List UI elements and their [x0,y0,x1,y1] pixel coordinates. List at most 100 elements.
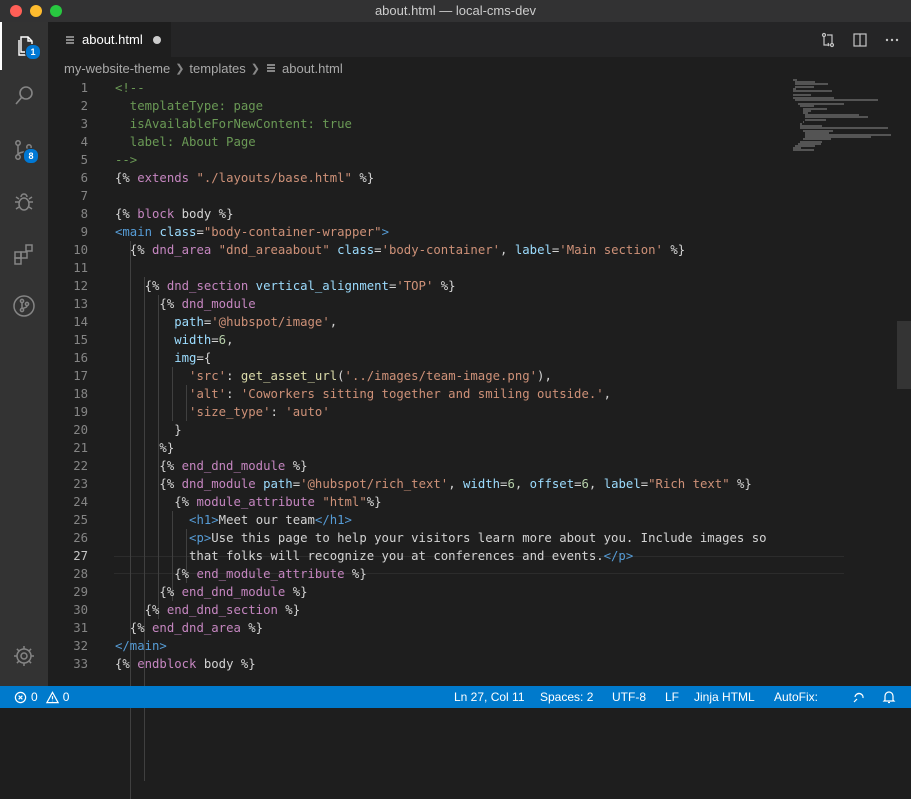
minimap-line [793,149,814,152]
code-line[interactable]: 29 {% end_dnd_module %} [48,583,798,601]
code-line[interactable]: 33 {% endblock body %} [48,655,798,673]
code-text: {% extends "./layouts/base.html" %} [115,171,375,185]
code-line[interactable]: 2 templateType: page [48,97,798,115]
line-number: 1 [80,81,88,95]
code-text: <h1>Meet our team</h1> [189,513,352,527]
manage-button[interactable] [0,632,48,680]
autofix[interactable]: AutoFix: [774,686,818,708]
minimap-line [795,85,815,88]
code-line[interactable]: 25 <h1>Meet our team</h1> [48,511,798,529]
warning-icon [45,690,59,703]
line-number: 30 [73,603,88,617]
code-text: <p>Use this page to help your visitors l… [189,531,767,545]
line-number: 27 [73,549,88,563]
code-line[interactable]: 1 <!-- [48,79,798,97]
line-number: 15 [73,333,88,347]
language-mode[interactable]: Jinja HTML [694,686,755,708]
code-line[interactable]: 24 {% module_attribute "html"%} [48,493,798,511]
source-control-button[interactable]: 8 [0,126,48,174]
git-graph-button[interactable] [0,282,48,330]
git-graph-icon [13,295,35,317]
line-number: 19 [73,405,88,419]
error-count: 0 [31,690,38,704]
code-line[interactable]: 5 --> [48,151,798,169]
code-line[interactable]: 9 <main class="body-container-wrapper"> [48,223,798,241]
code-line[interactable]: 19 'size_type': 'auto' [48,403,798,421]
more-actions-button[interactable] [883,31,901,49]
code-line[interactable]: 16 img={ [48,349,798,367]
code-line[interactable]: 3 isAvailableForNewContent: true [48,115,798,133]
code-text: {% end_dnd_module %} [115,585,308,599]
code-line[interactable]: 13 {% dnd_module [48,295,798,313]
unsaved-dot-icon[interactable] [152,35,161,44]
extensions-button[interactable] [0,230,48,278]
code-line[interactable]: 20 } [48,421,798,439]
scrollbar-thumb[interactable] [897,321,911,389]
code-text: {% end_dnd_section %} [115,603,301,617]
line-number: 16 [73,351,88,365]
tab-about-html[interactable]: about.html [48,22,171,57]
notifications-button[interactable] [882,686,896,708]
code-text: path='@hubspot/image', [174,315,338,329]
minimap-line [793,90,832,92]
code-text: {% block body %} [115,207,234,221]
split-editor-button[interactable] [851,31,869,49]
code-line[interactable]: 4 label: About Page [48,133,798,151]
code-line[interactable]: 17 'src': get_asset_url('../images/team-… [48,367,798,385]
search-button[interactable] [0,72,48,120]
breadcrumb-item[interactable]: my-website-theme [64,61,170,76]
code-line[interactable]: 15 width=6, [48,331,798,349]
minimap[interactable] [793,79,903,159]
editor-tab-bar: about.html [48,22,911,57]
code-line[interactable]: 31 {% end_dnd_area %} [48,619,798,637]
cursor-position[interactable]: Ln 27, Col 11 [454,686,525,708]
code-line[interactable]: 28 {% end_module_attribute %} [48,565,798,583]
live-share-button[interactable] [852,686,866,708]
code-line[interactable]: 32 </main> [48,637,798,655]
code-text: {% dnd_module [115,297,256,311]
line-number: 21 [73,441,88,455]
code-line[interactable]: 30 {% end_dnd_section %} [48,601,798,619]
code-line[interactable]: 6 {% extends "./layouts/base.html" %} [48,169,798,187]
line-number: 13 [73,297,88,311]
source-control-badge: 8 [23,148,39,164]
breadcrumb-item[interactable]: about.html [282,61,343,76]
line-number: 28 [73,567,88,581]
code-line[interactable]: 23 {% dnd_module path='@hubspot/rich_tex… [48,475,798,493]
line-number: 7 [80,189,88,203]
ellipsis-icon [885,38,899,41]
code-line[interactable]: 27 that folks will recognize you at conf… [48,547,798,565]
code-line[interactable]: 14 path='@hubspot/image', [48,313,798,331]
code-text: 'src': get_asset_url('../images/team-ima… [189,369,552,383]
code-line[interactable]: 22 {% end_dnd_module %} [48,457,798,475]
code-editor[interactable]: 1 <!-- 2 templateType: page 3 isAvailableFo… [48,79,911,799]
open-changes-button[interactable] [819,31,837,49]
run-debug-button[interactable] [0,178,48,226]
code-text: {% dnd_area "dnd_areaabout" class='body-… [115,243,686,257]
code-line[interactable]: 18 'alt': 'Coworkers sitting together an… [48,385,798,403]
line-number: 8 [80,207,88,221]
code-line[interactable]: 7 [48,187,798,205]
code-line[interactable]: 11 [48,259,798,277]
end-of-line[interactable]: LF [665,686,679,708]
line-number: 5 [80,153,88,167]
code-line[interactable]: 21 %} [48,439,798,457]
line-number: 33 [73,657,88,671]
code-text: {% end_dnd_module %} [115,459,308,473]
search-icon [15,86,33,105]
line-number: 22 [73,459,88,473]
split-editor-icon [853,32,867,47]
encoding[interactable]: UTF-8 [612,686,646,708]
vertical-scrollbar[interactable] [897,79,911,686]
indentation[interactable]: Spaces: 2 [540,686,593,708]
problems-indicator[interactable]: 0 0 [14,686,69,708]
code-line[interactable]: 8 {% block body %} [48,205,798,223]
extensions-icon [14,244,33,265]
error-icon [14,691,27,703]
code-line[interactable]: 10 {% dnd_area "dnd_areaabout" class='bo… [48,241,798,259]
breadcrumb-item[interactable]: templates [189,61,245,76]
code-line[interactable]: 26 <p>Use this page to help your visitor… [48,529,798,547]
code-line[interactable]: 12 {% dnd_section vertical_alignment='TO… [48,277,798,295]
explorer-button[interactable]: 1 [0,22,50,70]
code-text: 'size_type': 'auto' [189,405,330,419]
